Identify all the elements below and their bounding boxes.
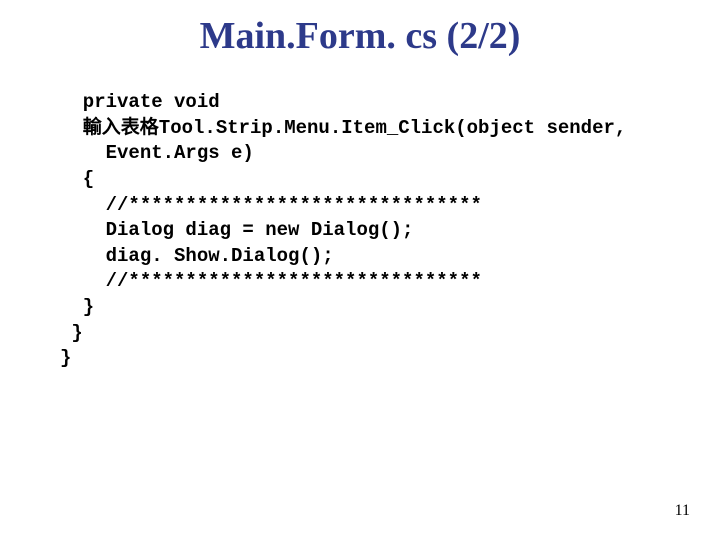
code-line: } (60, 296, 94, 318)
code-line: //******************************* (60, 194, 482, 216)
slide-title: Main.Form. cs (2/2) (0, 0, 720, 68)
slide: Main.Form. cs (2/2) private void 輸入表格Too… (0, 0, 720, 540)
code-block: private void 輸入表格Tool.Strip.Menu.Item_Cl… (60, 90, 626, 372)
code-line: } (60, 347, 71, 369)
code-line: //******************************* (60, 270, 482, 292)
code-line: diag. Show.Dialog(); (60, 245, 334, 267)
code-line: 輸入表格Tool.Strip.Menu.Item_Click(object se… (60, 117, 626, 139)
page-number: 11 (675, 502, 690, 520)
code-line: { (60, 168, 94, 190)
code-line: private void (60, 91, 220, 113)
code-line: Dialog diag = new Dialog(); (60, 219, 413, 241)
code-line: Event.Args e) (60, 142, 254, 164)
code-line: } (60, 322, 83, 344)
